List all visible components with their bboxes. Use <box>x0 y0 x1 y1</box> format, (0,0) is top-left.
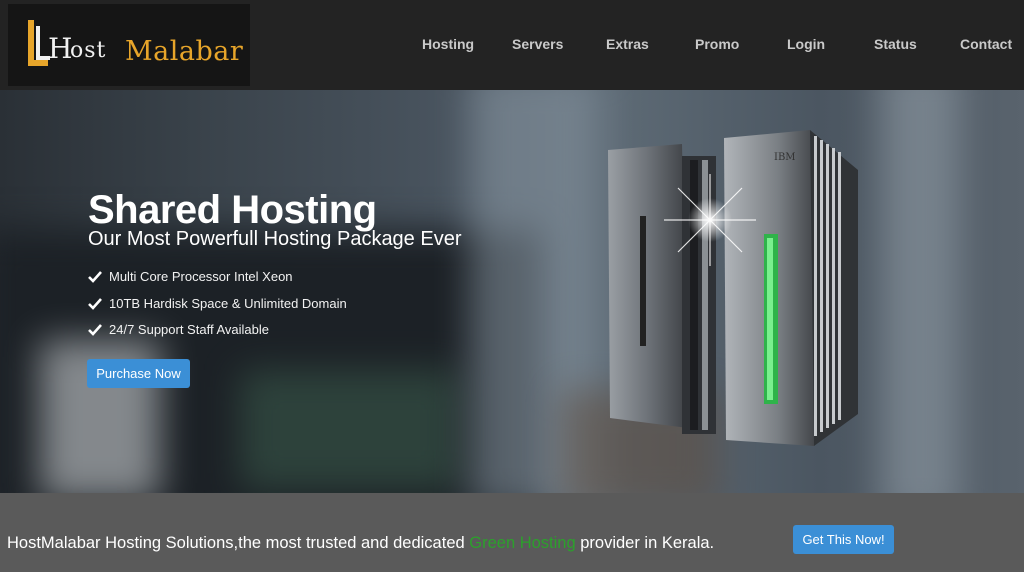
hero-title: Shared Hosting <box>88 188 377 233</box>
tagline-text-end: provider in Kerala. <box>575 534 715 552</box>
feature-text: 24/7 Support Staff Available <box>109 322 269 337</box>
nav-item-servers[interactable]: Servers <box>512 36 563 52</box>
nav-item-promo[interactable]: Promo <box>695 36 739 52</box>
feature-text: Multi Core Processor Intel Xeon <box>109 269 293 284</box>
green-hosting-link: Green Hosting <box>469 534 576 552</box>
hero-slider: Shared Hosting Our Most Powerfull Hostin… <box>0 90 1024 493</box>
server-rack-image: IBM <box>608 130 858 446</box>
background-blur <box>880 90 960 493</box>
logo-letter-h: H <box>48 32 73 65</box>
promo-tagline: HostMalabar Hosting Solutions,the most t… <box>7 534 714 553</box>
ibm-label: IBM <box>774 152 796 163</box>
feature-text: 10TB Hardisk Space & Unlimited Domain <box>109 296 347 311</box>
nav-item-login[interactable]: Login <box>787 36 825 52</box>
check-icon <box>88 271 102 283</box>
nav-item-contact[interactable]: Contact <box>960 36 1012 52</box>
promo-bar: HostMalabar Hosting Solutions,the most t… <box>0 493 1024 572</box>
tagline-text: HostMalabar Hosting Solutions,the most t… <box>7 534 470 552</box>
nav-item-hosting[interactable]: Hosting <box>422 36 474 52</box>
nav-item-extras[interactable]: Extras <box>606 36 649 52</box>
check-icon <box>88 298 102 310</box>
get-this-now-button[interactable]: Get This Now! <box>793 525 894 554</box>
hero-title-bold: Shared <box>88 188 221 232</box>
logo[interactable]: H ost Malabar <box>8 4 250 86</box>
site-header: H ost Malabar Hosting Servers Extras Pro… <box>0 0 1024 90</box>
logo-text-ost: ost <box>70 38 107 63</box>
hero-title-rest: Hosting <box>220 188 377 232</box>
logo-text-malabar: Malabar <box>125 36 244 67</box>
nav-item-status[interactable]: Status <box>874 36 917 52</box>
check-icon <box>88 324 102 336</box>
purchase-now-button[interactable]: Purchase Now <box>87 359 190 388</box>
hero-subtitle: Our Most Powerfull Hosting Package Ever <box>88 228 462 250</box>
background-blur <box>240 370 460 490</box>
